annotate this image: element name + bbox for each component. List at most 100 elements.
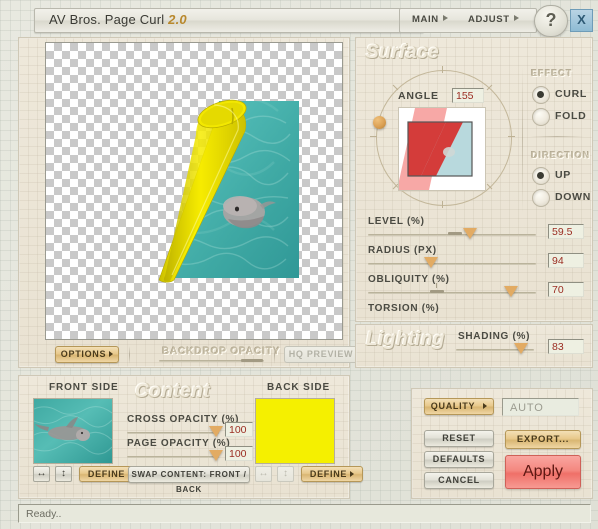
front-flip-horizontal-button[interactable]: ↔ <box>33 466 50 482</box>
front-thumbnail-image <box>34 399 112 463</box>
angle-label: ANGLE <box>398 90 439 102</box>
dial-tick <box>508 136 515 137</box>
obliquity-default-mark <box>430 290 444 293</box>
back-side-label: BACK SIDE <box>267 382 330 393</box>
radio-effect-curl-label: CURL <box>555 88 587 100</box>
quality-value-display: AUTO <box>502 398 579 416</box>
cross-opacity-thumb[interactable] <box>209 426 223 437</box>
page-curl-render <box>46 43 342 339</box>
front-define-label: DEFINE <box>88 469 125 479</box>
app-title-text: AV Bros. Page Curl <box>49 12 168 27</box>
radius-value-field[interactable]: 94 <box>548 253 584 268</box>
apply-button[interactable]: Apply <box>505 455 581 489</box>
obliquity-slider-label: OBLIQUITY (%) <box>368 274 450 285</box>
radio-effect-fold-label: FOLD <box>555 110 586 122</box>
quality-button[interactable]: QUALITY <box>424 398 494 415</box>
options-label: OPTIONS <box>61 349 106 359</box>
level-slider-thumb[interactable] <box>463 228 477 239</box>
front-side-label: FRONT SIDE <box>49 382 119 393</box>
menu-adjust[interactable]: ADJUST <box>468 14 519 25</box>
hq-preview-button[interactable]: HQ PREVIEW <box>284 346 358 363</box>
radio-direction-down[interactable] <box>532 189 550 207</box>
radio-effect-fold[interactable] <box>532 108 550 126</box>
defaults-button[interactable]: DEFAULTS <box>424 451 494 468</box>
dial-tick <box>442 66 443 73</box>
page-opacity-track[interactable] <box>127 456 219 458</box>
angle-value-field[interactable]: 155 <box>452 88 484 103</box>
radio-direction-down-label: DOWN <box>555 191 591 203</box>
front-flip-vertical-button[interactable]: ↕ <box>55 466 72 482</box>
surface-panel: Surface ANGLE 155 <box>355 37 593 322</box>
close-button[interactable]: X <box>570 9 593 32</box>
page-title: AV Bros. Page Curl 2.0 <box>49 12 187 27</box>
divider <box>274 346 275 364</box>
obliquity-slider-thumb[interactable] <box>504 286 518 297</box>
content-panel: Content FRONT SIDE <box>18 375 350 499</box>
menu-main-label: MAIN <box>412 14 439 25</box>
angle-preview-svg <box>399 108 485 190</box>
angle-dial[interactable]: ANGLE 155 <box>366 66 516 214</box>
level-value-field[interactable]: 59.5 <box>548 224 584 239</box>
cross-opacity-value-field[interactable]: 100 <box>225 422 253 437</box>
menu-plate: MAIN ADJUST <box>399 8 537 33</box>
radio-direction-up-label: UP <box>555 169 571 181</box>
title-plate: AV Bros. Page Curl 2.0 <box>34 8 424 33</box>
chevron-right-icon <box>483 403 487 409</box>
status-bar: Ready.. <box>18 504 591 523</box>
divider <box>129 346 130 364</box>
dial-handle[interactable] <box>373 116 386 129</box>
export-button[interactable]: EXPORT... <box>505 430 581 449</box>
preview-toolbar: OPTIONS BACKDROP OPACITY HQ PREVIEW <box>19 344 349 366</box>
shading-slider-label: SHADING (%) <box>458 331 530 342</box>
back-define-button[interactable]: DEFINE <box>301 466 363 482</box>
back-flip-vertical-button[interactable]: ↕ <box>277 466 294 482</box>
cross-opacity-track[interactable] <box>127 432 219 434</box>
app-version-text: 2.0 <box>168 12 187 27</box>
back-side-thumbnail[interactable] <box>255 398 335 464</box>
swap-content-button[interactable]: SWAP CONTENT: FRONT / BACK <box>128 466 250 483</box>
obliquity-default-tick <box>436 283 437 288</box>
cancel-button[interactable]: CANCEL <box>424 472 494 489</box>
front-side-thumbnail[interactable] <box>33 398 113 464</box>
page-opacity-value-field[interactable]: 100 <box>225 446 253 461</box>
radius-slider-thumb[interactable] <box>424 257 438 268</box>
options-button[interactable]: OPTIONS <box>55 346 119 363</box>
page-opacity-label: PAGE OPACITY (%) <box>127 438 230 449</box>
chevron-right-icon <box>350 471 354 477</box>
page-opacity-thumb[interactable] <box>209 450 223 461</box>
menu-adjust-label: ADJUST <box>468 14 510 25</box>
preview-canvas[interactable] <box>45 42 343 340</box>
obliquity-value-field[interactable]: 70 <box>548 282 584 297</box>
chevron-right-icon <box>443 15 448 21</box>
shading-slider-thumb[interactable] <box>514 343 528 354</box>
lighting-panel-title: Lighting <box>366 329 445 351</box>
preview-panel: OPTIONS BACKDROP OPACITY HQ PREVIEW <box>18 37 350 368</box>
content-panel-title: Content <box>135 381 210 403</box>
title-bar: AV Bros. Page Curl 2.0 MAIN ADJUST ? X <box>7 5 591 35</box>
angle-preview-thumb <box>398 107 486 191</box>
dial-tick <box>442 201 443 208</box>
level-slider-label: LEVEL (%) <box>368 216 425 227</box>
quality-label: QUALITY <box>431 401 475 411</box>
dial-tick <box>370 136 377 137</box>
radio-direction-up[interactable] <box>532 167 550 185</box>
reset-button[interactable]: RESET <box>424 430 494 447</box>
backdrop-opacity-label: BACKDROP OPACITY <box>162 346 280 357</box>
radius-slider-track[interactable] <box>368 263 536 265</box>
direction-group-label: DIRECTION <box>531 150 590 160</box>
lighting-panel: Lighting SHADING (%) 83 <box>355 324 593 368</box>
cross-opacity-label: CROSS OPACITY (%) <box>127 414 239 425</box>
radio-effect-curl[interactable] <box>532 86 550 104</box>
radius-slider-label: RADIUS (PX) <box>368 245 437 256</box>
plugin-window: AV Bros. Page Curl 2.0 MAIN ADJUST ? X <box>7 5 591 523</box>
help-button[interactable]: ? <box>534 5 568 37</box>
shading-value-field[interactable]: 83 <box>548 339 584 354</box>
chevron-right-icon <box>109 351 113 357</box>
chevron-right-icon <box>514 15 519 21</box>
menu-main[interactable]: MAIN <box>412 14 448 25</box>
back-define-label: DEFINE <box>310 469 347 479</box>
back-flip-horizontal-button[interactable]: ↔ <box>255 466 272 482</box>
backdrop-opacity-slider-fill <box>241 359 263 362</box>
divider <box>522 66 523 214</box>
divider <box>530 136 584 137</box>
